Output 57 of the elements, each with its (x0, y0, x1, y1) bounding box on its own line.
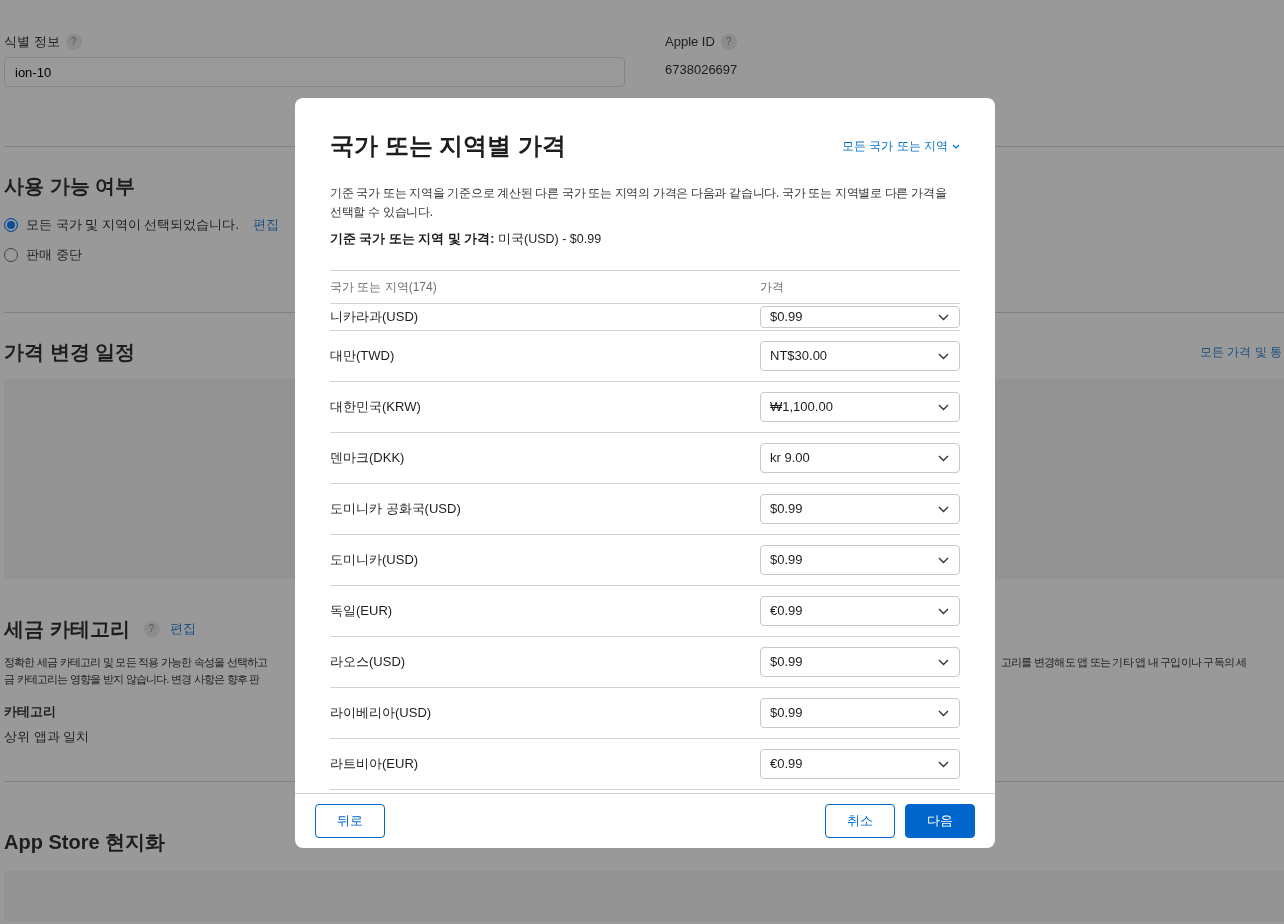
radio-label: 판매 중단 (26, 246, 82, 264)
price-select[interactable]: $0.99 (760, 647, 960, 677)
dialog-button[interactable]: 취소 (825, 804, 895, 838)
field-label: 식별 정보 (4, 33, 60, 51)
chevron-down-icon (938, 352, 949, 360)
price-select[interactable]: $0.99 (760, 494, 960, 524)
description-text: 금 카테고리는 영향을 받지 않습니다. 변경 사항은 향후 판 (4, 672, 260, 687)
chevron-down-icon (938, 556, 949, 564)
price-select[interactable]: €0.99 (760, 749, 960, 779)
description-text: 정확한 세금 카테고리 및 모든 적용 가능한 속성을 선택하고 (4, 655, 268, 670)
region-name: 라이베리아(USD) (330, 704, 432, 723)
region-name: 독일(EUR) (330, 602, 393, 621)
chevron-down-icon (938, 760, 949, 768)
price-select[interactable]: NT$30.00 (760, 341, 960, 371)
region-name: 대한민국(KRW) (330, 398, 421, 417)
section-heading: 세금 카테고리 (4, 617, 130, 642)
region-name: 덴마크(DKK) (330, 449, 405, 468)
description-text: 고리를 변경해도 앱 또는 기타 앱 내 구입이나 구독의 세 (1001, 655, 1247, 670)
chevron-down-icon (938, 709, 949, 717)
category-value: 상위 앱과 일치 (4, 728, 90, 745)
dialog-button[interactable]: 뒤로 (315, 804, 385, 838)
section-heading: 사용 가능 여부 (4, 174, 136, 199)
chevron-down-icon (938, 313, 949, 321)
column-header: 국가 또는 지역(174) (330, 279, 438, 296)
dialog-title: 국가 또는 지역별 가격 (330, 131, 566, 161)
region-name: 니카라과(USD) (330, 308, 419, 327)
region-name: 라트비아(EUR) (330, 755, 419, 774)
dialog-button[interactable]: 다음 (905, 804, 975, 838)
column-header: 가격 (760, 279, 784, 296)
radio-button[interactable] (4, 248, 18, 262)
region-filter-link[interactable]: 모든 국가 또는 지역 (842, 137, 960, 155)
apple-id-value: 6738026697 (665, 61, 738, 79)
price-select[interactable]: €0.99 (760, 596, 960, 626)
identifier-field[interactable]: ion-10 (4, 57, 625, 87)
field-label: Apple ID (665, 33, 715, 51)
section-heading: 가격 변경 일정 (4, 340, 136, 365)
region-name: 도미니카(USD) (330, 551, 419, 570)
price-select[interactable]: $0.99 (760, 698, 960, 728)
price-select[interactable]: kr 9.00 (760, 443, 960, 473)
field-label: 카테고리 (4, 703, 56, 720)
region-name: 도미니카 공화국(USD) (330, 500, 461, 519)
region-name: 대만(TWD) (330, 347, 395, 366)
price-select[interactable]: $0.99 (760, 306, 960, 328)
price-select[interactable]: $0.99 (760, 545, 960, 575)
region-name: 라오스(USD) (330, 653, 406, 672)
chevron-down-icon (938, 403, 949, 411)
radio-label: 모든 국가 및 지역이 선택되었습니다. (26, 216, 240, 234)
chevron-down-icon (938, 607, 949, 615)
radio-button[interactable] (4, 218, 18, 232)
price-select[interactable]: ₩1,100.00 (760, 392, 960, 422)
chevron-down-icon (938, 454, 949, 462)
chevron-down-icon (952, 143, 960, 149)
chevron-down-icon (938, 505, 949, 513)
base-price-text: 기준 국가 또는 지역 및 가격: 미국(USD) - $0.99 (330, 231, 603, 248)
section-heading: App Store 현지화 (4, 830, 166, 855)
description-text: 기준 국가 또는 지역을 기준으로 계산된 다른 국가 또는 지역의 가격은 다음과 같습니다. 국가 또는 지역별로 다른 가격을 선택할 수 있습니다. (330, 185, 948, 221)
chevron-down-icon (938, 658, 949, 666)
